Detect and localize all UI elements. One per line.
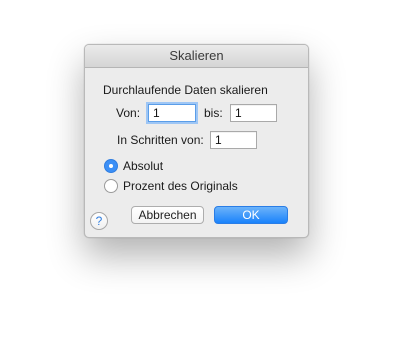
step-label: In Schritten von: — [117, 133, 204, 147]
from-label: Von: — [116, 106, 141, 120]
cancel-button[interactable]: Abbrechen — [131, 206, 204, 224]
option-percent-label: Prozent des Originals — [123, 179, 238, 193]
to-label: bis: — [204, 106, 223, 120]
radio-absolute[interactable] — [104, 159, 118, 173]
step-input[interactable] — [210, 131, 257, 149]
from-input[interactable] — [148, 104, 196, 122]
section-label: Durchlaufende Daten skalieren — [103, 83, 268, 97]
radio-percent[interactable] — [104, 179, 118, 193]
option-absolute-label: Absolut — [123, 159, 164, 173]
to-input[interactable] — [230, 104, 277, 122]
dialog-title: Skalieren — [85, 45, 308, 68]
scale-dialog: Skalieren Durchlaufende Daten skalieren … — [84, 44, 309, 238]
help-icon[interactable]: ? — [90, 212, 108, 230]
ok-button[interactable]: OK — [214, 206, 288, 224]
